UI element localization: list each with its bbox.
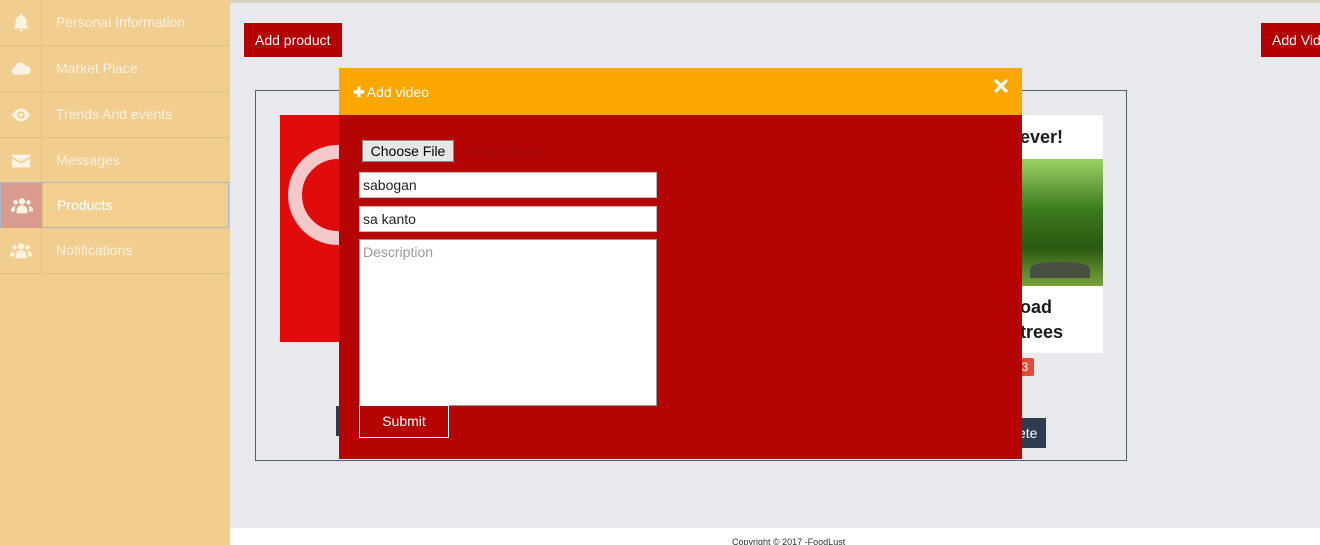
- add-video-modal: ✚ Add video Choose File No file chosen sa…: [339, 68, 1022, 459]
- sidebar: Personal Information Market Place Trends…: [0, 0, 230, 545]
- product-logo: [288, 145, 340, 245]
- users-icon: [1, 183, 43, 228]
- sidebar-item-label: Market Place: [56, 60, 138, 76]
- eye-icon: [0, 92, 42, 137]
- product-image: [280, 115, 340, 342]
- sidebar-item-label: Notifications: [56, 242, 133, 258]
- video-name-field[interactable]: sabogan: [359, 172, 657, 198]
- plus-icon: ✚: [353, 84, 365, 100]
- copyright-text: Copyright © 2017 -FoodLust: [732, 537, 846, 545]
- poster-caption: oad trees: [1020, 295, 1063, 345]
- file-status-text: No file chosen: [460, 143, 549, 159]
- choose-file-button[interactable]: Choose File: [362, 140, 454, 162]
- footer: Copyright © 2017 -FoodLust: [230, 528, 1320, 545]
- sidebar-item-products[interactable]: Products: [0, 182, 229, 228]
- poster-image: [1020, 159, 1103, 286]
- sidebar-item-label: Personal Information: [56, 14, 186, 30]
- poster-headline: ever!: [1020, 127, 1064, 147]
- add-product-button[interactable]: Add product: [244, 23, 342, 57]
- sidebar-item-label: Trends And events: [56, 106, 173, 122]
- add-video-button[interactable]: Add Vid: [1261, 23, 1320, 57]
- modal-header: ✚ Add video: [339, 68, 1022, 115]
- users-icon: [0, 228, 42, 273]
- poster-caption-line: trees: [1020, 322, 1064, 342]
- sidebar-item-label: Products: [57, 197, 113, 213]
- sidebar-item-market-place[interactable]: Market Place: [0, 46, 229, 92]
- video-thumbnail[interactable]: ever! oad trees: [1010, 115, 1103, 353]
- video-location-field[interactable]: sa kanto: [359, 206, 657, 232]
- sidebar-item-trends-and-events[interactable]: Trends And events: [0, 92, 229, 138]
- sidebar-item-notifications[interactable]: Notifications: [0, 228, 229, 274]
- sidebar-item-messages[interactable]: Messages: [0, 138, 229, 184]
- submit-button[interactable]: Submit: [359, 405, 449, 438]
- cloud-icon: [0, 46, 42, 91]
- close-icon[interactable]: [991, 76, 1011, 96]
- description-textarea[interactable]: Description: [359, 239, 657, 406]
- poster-caption-line: oad: [1020, 297, 1053, 317]
- modal-title-text: Add video: [366, 84, 430, 100]
- bell-icon: [0, 0, 42, 45]
- sidebar-item-personal-information[interactable]: Personal Information: [0, 0, 229, 46]
- modal-title: ✚ Add video: [353, 84, 429, 101]
- sidebar-item-label: Messages: [56, 152, 120, 168]
- envelope-icon: [0, 138, 42, 183]
